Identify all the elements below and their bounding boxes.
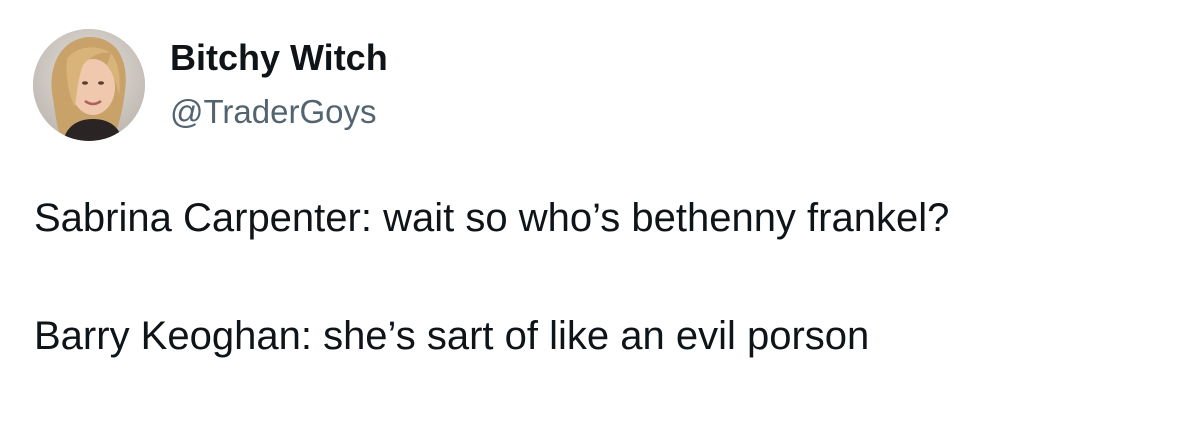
tweet-line-2: Barry Keoghan: she’s sart of like an evi… [34, 314, 870, 358]
avatar[interactable] [33, 29, 145, 141]
tweet-body: Sabrina Carpenter: wait so who’s bethenn… [34, 192, 1174, 362]
profile-photo-icon [33, 29, 145, 141]
author-info: Bitchy Witch @TraderGoys [170, 36, 388, 132]
tweet-card: Bitchy Witch @TraderGoys Sabrina Carpent… [0, 0, 1200, 440]
display-name[interactable]: Bitchy Witch [170, 36, 388, 80]
tweet-line-1: Sabrina Carpenter: wait so who’s bethenn… [34, 196, 950, 240]
user-handle[interactable]: @TraderGoys [170, 92, 388, 132]
